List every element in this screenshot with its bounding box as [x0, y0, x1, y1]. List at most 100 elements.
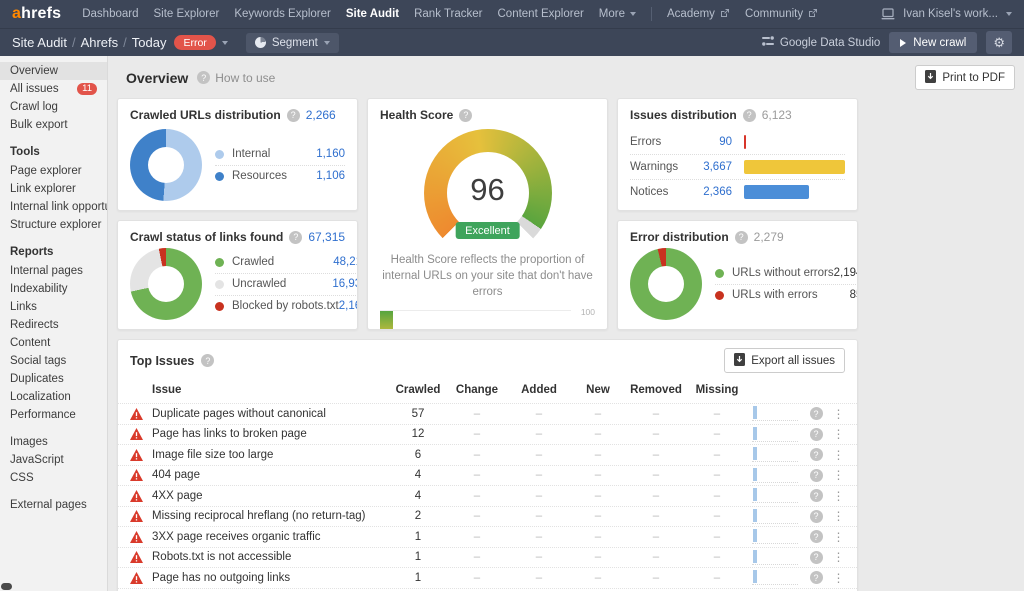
help-icon[interactable]	[810, 428, 823, 441]
col-change[interactable]: Change	[446, 384, 508, 396]
severity-count-link[interactable]: 90	[688, 136, 732, 148]
card-total-link[interactable]: 67,315	[308, 230, 345, 244]
sidebar-item-javascript[interactable]: JavaScript	[0, 451, 107, 469]
sidebar-item-structure-explorer[interactable]: Structure explorer	[0, 216, 107, 234]
issue-name[interactable]: 3XX page receives organic traffic	[152, 531, 390, 543]
help-icon[interactable]	[810, 551, 823, 564]
nav-link-community[interactable]: Community	[745, 8, 818, 21]
nav-link-academy[interactable]: Academy	[667, 8, 730, 21]
row-menu-button[interactable]	[830, 427, 847, 441]
settings-gear-button[interactable]	[986, 31, 1012, 54]
new-crawl-button[interactable]: New crawl	[889, 32, 977, 53]
sidebar-item-internal-link-opportunities[interactable]: Internal link opportunities	[0, 198, 107, 216]
table-row[interactable]: Duplicate pages without canonical57–––––	[118, 403, 857, 424]
google-data-studio-link[interactable]: Google Data Studio	[762, 35, 880, 50]
sidebar-item-duplicates[interactable]: Duplicates	[0, 370, 107, 388]
nav-item-site-explorer[interactable]: Site Explorer	[154, 8, 220, 20]
legend-value[interactable]: 16,939	[332, 278, 358, 290]
nav-item-content-explorer[interactable]: Content Explorer	[498, 8, 584, 20]
table-row[interactable]: Image file size too large6–––––	[118, 444, 857, 465]
sidebar-item-links[interactable]: Links	[0, 298, 107, 316]
breadcrumb-today[interactable]: Today	[132, 35, 167, 50]
sidebar-item-indexability[interactable]: Indexability	[0, 280, 107, 298]
table-row[interactable]: 4XX page4–––––	[118, 485, 857, 506]
table-row[interactable]: 404 page4–––––	[118, 465, 857, 486]
nav-item-keywords-explorer[interactable]: Keywords Explorer	[234, 8, 331, 20]
ahrefs-logo[interactable]: ahrefs	[12, 5, 61, 23]
sidebar-item-localization[interactable]: Localization	[0, 388, 107, 406]
sidebar-item-internal-pages[interactable]: Internal pages	[0, 262, 107, 280]
table-row[interactable]: Page has no outgoing links1–––––	[118, 567, 857, 588]
status-badge[interactable]: Error	[174, 35, 215, 50]
account-area[interactable]: Ivan Kisel's work...	[881, 8, 1012, 20]
help-icon[interactable]	[810, 407, 823, 420]
sidebar-item-overview[interactable]: Overview	[0, 62, 107, 80]
legend-value[interactable]: 2,165	[339, 300, 358, 312]
help-icon[interactable]	[810, 510, 823, 523]
issue-name[interactable]: Page has links to broken page	[152, 428, 390, 440]
sidebar-item-external-pages[interactable]: External pages	[0, 496, 107, 514]
help-icon[interactable]	[743, 109, 756, 122]
sidebar-item-link-explorer[interactable]: Link explorer	[0, 180, 107, 198]
sidebar-item-content[interactable]: Content	[0, 334, 107, 352]
sidebar-item-performance[interactable]: Performance	[0, 406, 107, 424]
col-removed[interactable]: Removed	[626, 384, 686, 396]
col-new[interactable]: New	[570, 384, 626, 396]
print-to-pdf-button[interactable]: Print to PDF	[915, 65, 1015, 90]
table-row[interactable]: Page has links to broken page12–––––	[118, 424, 857, 445]
issue-name[interactable]: Image file size too large	[152, 449, 390, 461]
nav-item-rank-tracker[interactable]: Rank Tracker	[414, 8, 482, 20]
issue-name[interactable]: 4XX page	[152, 490, 390, 502]
breadcrumb-ahrefs[interactable]: Ahrefs	[81, 35, 119, 50]
help-icon[interactable]	[810, 489, 823, 502]
nav-item-site-audit[interactable]: Site Audit	[346, 8, 399, 20]
segment-button[interactable]: Segment	[246, 33, 339, 53]
help-icon[interactable]	[810, 469, 823, 482]
help-icon[interactable]	[459, 109, 472, 122]
help-icon[interactable]	[201, 354, 214, 367]
sidebar-item-social-tags[interactable]: Social tags	[0, 352, 107, 370]
issue-name[interactable]: Duplicate pages without canonical	[152, 408, 390, 420]
card-total-link[interactable]: 2,266	[306, 108, 336, 122]
severity-count-link[interactable]: 2,366	[688, 186, 732, 198]
chevron-down-icon[interactable]	[222, 41, 228, 45]
col-missing[interactable]: Missing	[686, 384, 748, 396]
legend-value[interactable]: 1,160	[316, 148, 345, 160]
row-menu-button[interactable]	[830, 571, 847, 585]
help-icon[interactable]	[810, 571, 823, 584]
issue-name[interactable]: Missing reciprocal hreflang (no return-t…	[152, 510, 390, 522]
help-icon[interactable]	[287, 109, 300, 122]
scrollbar-thumb[interactable]	[1, 583, 12, 590]
row-menu-button[interactable]	[830, 550, 847, 564]
help-icon[interactable]	[289, 231, 302, 244]
issue-name[interactable]: Robots.txt is not accessible	[152, 551, 390, 563]
table-row[interactable]: Robots.txt is not accessible1–––––	[118, 547, 857, 568]
how-to-use-link[interactable]: How to use	[197, 71, 275, 85]
sidebar-item-crawl-log[interactable]: Crawl log	[0, 98, 107, 116]
breadcrumb-site-audit[interactable]: Site Audit	[12, 35, 67, 50]
sidebar-item-redirects[interactable]: Redirects	[0, 316, 107, 334]
sidebar-item-page-explorer[interactable]: Page explorer	[0, 162, 107, 180]
severity-count-link[interactable]: 3,667	[688, 161, 732, 173]
issue-name[interactable]: 404 page	[152, 469, 390, 481]
row-menu-button[interactable]	[830, 468, 847, 482]
sidebar-item-bulk-export[interactable]: Bulk export	[0, 116, 107, 134]
legend-value[interactable]: 1,106	[316, 170, 345, 182]
help-icon[interactable]	[735, 231, 748, 244]
col-added[interactable]: Added	[508, 384, 570, 396]
export-all-issues-button[interactable]: Export all issues	[724, 348, 845, 373]
help-icon[interactable]	[810, 530, 823, 543]
nav-item-more[interactable]: More	[599, 8, 636, 20]
issue-name[interactable]: Page has no outgoing links	[152, 572, 390, 584]
table-row[interactable]: Hreflang to redirect or broken page1––––…	[118, 588, 857, 591]
sidebar-item-images[interactable]: Images	[0, 433, 107, 451]
legend-value[interactable]: 48,211	[333, 256, 358, 268]
row-menu-button[interactable]	[830, 448, 847, 462]
col-issue[interactable]: Issue	[152, 384, 390, 396]
nav-item-dashboard[interactable]: Dashboard	[82, 8, 138, 20]
sidebar-item-css[interactable]: CSS	[0, 469, 107, 487]
row-menu-button[interactable]	[830, 489, 847, 503]
sidebar-item-all-issues[interactable]: All issues11	[0, 80, 107, 98]
help-icon[interactable]	[810, 448, 823, 461]
table-row[interactable]: 3XX page receives organic traffic1–––––	[118, 526, 857, 547]
